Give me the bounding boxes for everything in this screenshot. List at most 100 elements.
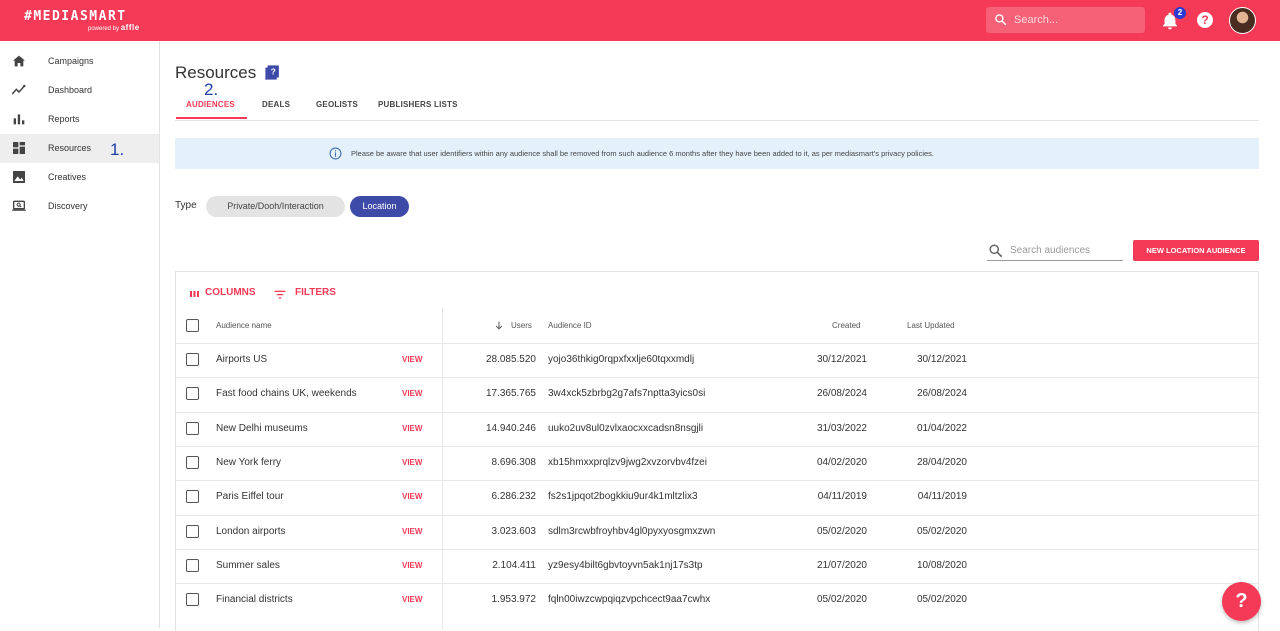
view-link[interactable]: VIEW xyxy=(402,492,422,501)
row-checkbox[interactable] xyxy=(186,593,199,607)
view-link[interactable]: VIEW xyxy=(402,389,422,398)
column-separator xyxy=(442,308,443,630)
sidebar-item-dashboard[interactable]: Dashboard xyxy=(0,76,159,105)
notification-count-badge: 2 xyxy=(1174,7,1186,19)
row-divider xyxy=(176,411,1258,413)
audience-id: yojo36thkig0rqpxfxxlje60tqxxmdlj xyxy=(548,354,695,366)
updated-date: 04/11/2019 xyxy=(917,491,967,503)
logo-hash: # xyxy=(24,9,34,24)
book-help-icon[interactable]: ? xyxy=(264,64,281,81)
sidebar-item-resources[interactable]: Resources xyxy=(0,134,159,163)
audiences-table xyxy=(175,271,1259,631)
audience-id: uuko2uv8ul0zvlxaocxxcadsn8nsgjli xyxy=(548,422,704,434)
sidebar-item-label: Dashboard xyxy=(48,85,93,95)
tab-deals[interactable]: DEALS xyxy=(262,100,290,109)
users-count: 8.696.308 xyxy=(491,457,537,469)
row-divider xyxy=(176,377,1258,379)
tab-geolists[interactable]: GEOLISTS xyxy=(316,100,358,109)
audience-name: New York ferry xyxy=(216,457,282,469)
audience-id: 3w4xck5zbrbg2g7afs7nptta3yics0si xyxy=(548,388,706,400)
header-created[interactable]: Created xyxy=(832,321,860,330)
select-all-checkbox[interactable] xyxy=(186,319,199,332)
updated-date: 10/08/2020 xyxy=(916,559,967,571)
powered-by-text: powered by xyxy=(88,26,120,32)
audience-search-input[interactable] xyxy=(1010,243,1120,257)
header-users[interactable]: Users xyxy=(511,321,532,330)
updated-date: 05/02/2020 xyxy=(916,594,967,606)
tab-audiences[interactable]: AUDIENCES xyxy=(186,100,235,109)
affle-text: affle xyxy=(120,23,140,32)
header-audience-name[interactable]: Audience name xyxy=(216,321,272,330)
row-checkbox[interactable] xyxy=(186,421,199,435)
users-count: 17.365.765 xyxy=(485,388,536,400)
help-icon[interactable]: ? xyxy=(1197,12,1213,28)
user-avatar[interactable] xyxy=(1229,7,1256,34)
global-search-input[interactable] xyxy=(1014,11,1134,29)
global-search[interactable] xyxy=(986,7,1145,33)
tab-publishers-lists[interactable]: PUBLISHERS LISTS xyxy=(378,100,458,109)
users-count: 14.940.246 xyxy=(485,422,536,434)
info-icon xyxy=(329,147,342,160)
new-location-audience-button[interactable]: NEW LOCATION AUDIENCE xyxy=(1133,240,1259,261)
sidebar-item-label: Reports xyxy=(48,114,80,124)
users-count: 2.104.411 xyxy=(492,559,536,571)
active-tab-indicator xyxy=(176,117,247,119)
dashboard-grid-icon xyxy=(13,142,25,154)
row-divider xyxy=(176,514,1258,516)
sidebar-item-campaigns[interactable]: Campaigns xyxy=(0,47,159,76)
home-icon xyxy=(13,55,25,67)
notice-text: Please be aware that user identifiers wi… xyxy=(351,149,935,158)
view-link[interactable]: VIEW xyxy=(402,458,422,467)
filters-button[interactable]: FILTERS xyxy=(295,287,336,298)
audience-id: fqln00iwzcwpqiqzvpchcect9aa7cwhx xyxy=(548,594,711,606)
sidebar-item-creatives[interactable]: Creatives xyxy=(0,163,159,192)
filter-icon[interactable] xyxy=(272,288,288,301)
columns-button[interactable]: COLUMNS xyxy=(205,287,256,298)
bar-chart-icon xyxy=(13,114,25,125)
updated-date: 05/02/2020 xyxy=(916,525,967,537)
created-date: 30/12/2021 xyxy=(816,354,867,366)
created-date: 31/03/2022 xyxy=(816,422,867,434)
sidebar-item-label: Resources xyxy=(48,143,92,153)
audience-id: yz9esy4bilt6gbvtoyvn5ak1nj17s3tp xyxy=(548,559,703,571)
row-checkbox[interactable] xyxy=(186,456,199,470)
top-bar: #MEDIASMART powered by affle 2 ? xyxy=(0,0,1280,41)
created-date: 21/07/2020 xyxy=(816,559,867,571)
view-link[interactable]: VIEW xyxy=(402,561,422,570)
updated-date: 28/04/2020 xyxy=(916,457,967,469)
help-chat-button[interactable]: ? xyxy=(1222,582,1261,621)
privacy-notice: Please be aware that user identifiers wi… xyxy=(175,138,1259,169)
type-label: Type xyxy=(175,200,197,211)
view-link[interactable]: VIEW xyxy=(402,424,422,433)
row-checkbox[interactable] xyxy=(186,558,199,572)
row-checkbox[interactable] xyxy=(186,353,199,367)
step-annotation-2: 2. xyxy=(204,80,219,99)
updated-date: 26/08/2024 xyxy=(916,388,967,400)
created-date: 26/08/2024 xyxy=(816,388,867,400)
users-count: 6.286.232 xyxy=(491,491,537,503)
audience-name: Financial districts xyxy=(216,594,293,606)
header-audience-id[interactable]: Audience ID xyxy=(548,321,592,330)
type-chip-private[interactable]: Private/Dooh/Interaction xyxy=(206,196,345,217)
row-divider xyxy=(176,480,1258,482)
step-annotation-1: 1. xyxy=(110,140,125,159)
row-checkbox[interactable] xyxy=(186,387,199,401)
audience-search[interactable] xyxy=(987,241,1123,261)
row-checkbox[interactable] xyxy=(186,490,199,504)
logo-text: MEDIASMART xyxy=(33,9,127,24)
sidebar: Campaigns Dashboard Reports Resources Cr… xyxy=(0,41,160,628)
header-last-updated[interactable]: Last Updated xyxy=(907,321,955,330)
view-link[interactable]: VIEW xyxy=(402,595,422,604)
row-checkbox[interactable] xyxy=(186,524,199,538)
mediasmart-logo[interactable]: #MEDIASMART powered by affle xyxy=(24,7,139,32)
sidebar-item-reports[interactable]: Reports xyxy=(0,105,159,134)
columns-icon[interactable] xyxy=(188,288,201,300)
sort-arrow-down-icon[interactable] xyxy=(494,320,504,331)
type-chip-location[interactable]: Location xyxy=(350,196,409,217)
row-divider xyxy=(176,343,1258,344)
audience-name: Airports US xyxy=(216,354,268,366)
sidebar-item-discovery[interactable]: Discovery xyxy=(0,192,159,221)
view-link[interactable]: VIEW xyxy=(402,527,422,536)
view-link[interactable]: VIEW xyxy=(402,355,422,364)
logo-powered-by: powered by affle xyxy=(88,23,140,32)
